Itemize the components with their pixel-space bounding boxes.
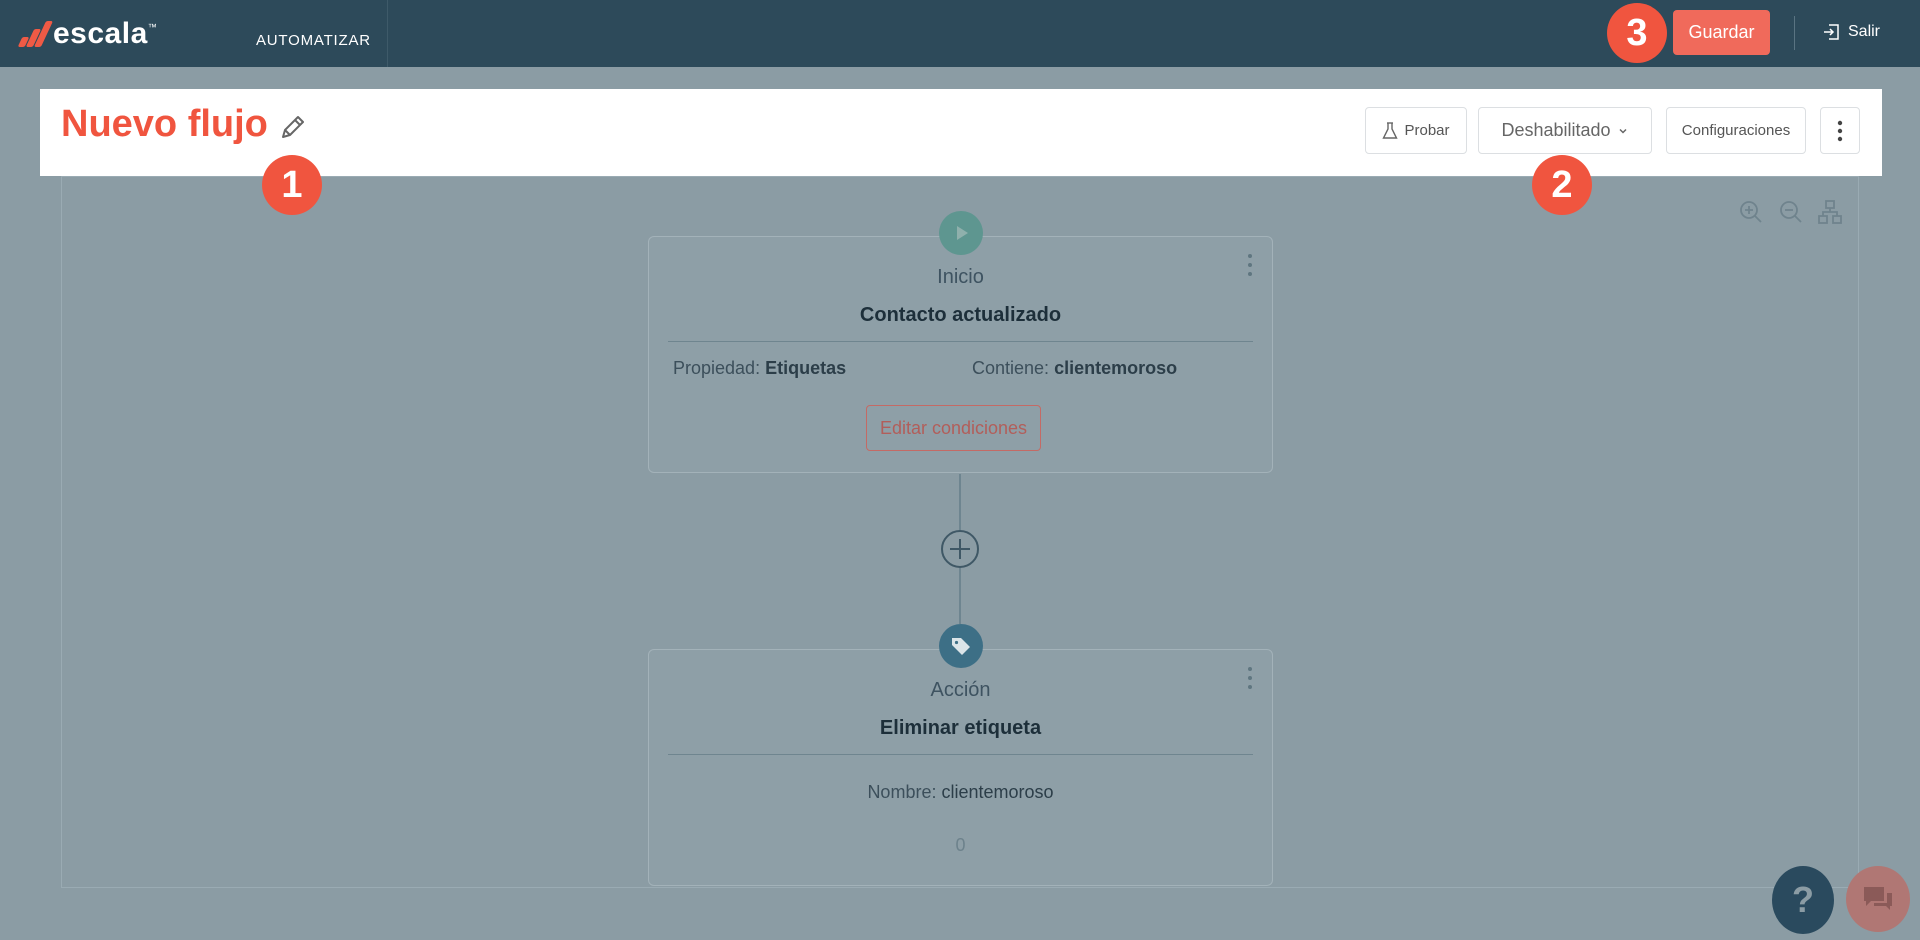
exit-label: Salir [1848, 23, 1881, 40]
contact-count: 0 [955, 835, 966, 855]
logo-text: escala [53, 17, 148, 50]
node-divider [668, 341, 1253, 342]
contains-value: clientemoroso [1054, 358, 1178, 378]
tag-remove-icon [952, 638, 970, 655]
node-type-label: Acción [930, 679, 991, 701]
node-title: Contacto actualizado [859, 304, 1062, 326]
status-label: Deshabilitado [1501, 120, 1611, 140]
test-button[interactable]: Probar [1365, 107, 1467, 154]
chat-button[interactable] [1846, 866, 1910, 932]
logo-trademark: ™ [147, 22, 157, 32]
test-button-label: Probar [1404, 122, 1450, 139]
help-button[interactable]: ? [1772, 866, 1834, 934]
escala-logo[interactable]: escala ™ [17, 14, 157, 54]
flow-header: Nuevo flujo Probar Deshabilitado Configu… [40, 89, 1882, 176]
node-divider [668, 754, 1253, 755]
action-node-card[interactable]: Acción Eliminar etiqueta Nombre: cliente… [648, 649, 1273, 886]
vertical-dots-icon [1837, 120, 1843, 141]
tag-name-label: Nombre: [867, 782, 937, 802]
flow-title: Nuevo flujo [61, 103, 268, 145]
pencil-icon[interactable] [277, 111, 309, 143]
chat-icon [1864, 887, 1892, 910]
edit-conditions-button[interactable]: Editar condiciones [866, 405, 1041, 451]
property-condition: Propiedad: Etiquetas [673, 358, 846, 379]
nav-divider [387, 0, 388, 67]
logo-mark-icon [17, 21, 54, 47]
play-icon [957, 226, 968, 240]
node-type-label: Inicio [937, 266, 984, 288]
action-node-icon [939, 624, 983, 668]
plus-icon [950, 539, 970, 559]
step-badge-1: 1 [262, 155, 322, 215]
flask-icon [1382, 121, 1399, 139]
organize-layout-icon[interactable] [1817, 199, 1843, 225]
nav-divider-right [1794, 16, 1795, 50]
contains-label: Contiene: [972, 358, 1050, 378]
exit-link[interactable]: Salir [1822, 22, 1880, 42]
start-node-icon [939, 211, 983, 255]
zoom-in-icon[interactable] [1738, 199, 1764, 225]
property-value: Etiquetas [765, 358, 847, 378]
step-badge-3: 3 [1607, 3, 1667, 63]
add-step-button[interactable] [941, 530, 979, 568]
save-button[interactable]: Guardar [1673, 10, 1770, 55]
tag-name-row: Nombre: clientemoroso [649, 782, 1272, 803]
zoom-out-icon[interactable] [1778, 199, 1804, 225]
contains-condition: Contiene: clientemoroso [972, 358, 1177, 379]
logout-icon [1824, 24, 1839, 40]
more-options-button[interactable] [1820, 107, 1860, 154]
tag-name-value: clientemoroso [941, 782, 1054, 802]
connector-line [959, 474, 961, 530]
property-label: Propiedad: [673, 358, 761, 378]
connector-line [959, 568, 961, 624]
chevron-down-icon [1619, 128, 1627, 134]
start-node-card[interactable]: Inicio Contacto actualizado Propiedad: E… [648, 236, 1273, 473]
node-title: Eliminar etiqueta [879, 717, 1042, 739]
settings-button[interactable]: Configuraciones [1666, 107, 1806, 154]
step-badge-2: 2 [1532, 155, 1592, 215]
status-dropdown[interactable]: Deshabilitado [1478, 107, 1652, 154]
nav-automatizar[interactable]: AUTOMATIZAR [256, 32, 371, 49]
